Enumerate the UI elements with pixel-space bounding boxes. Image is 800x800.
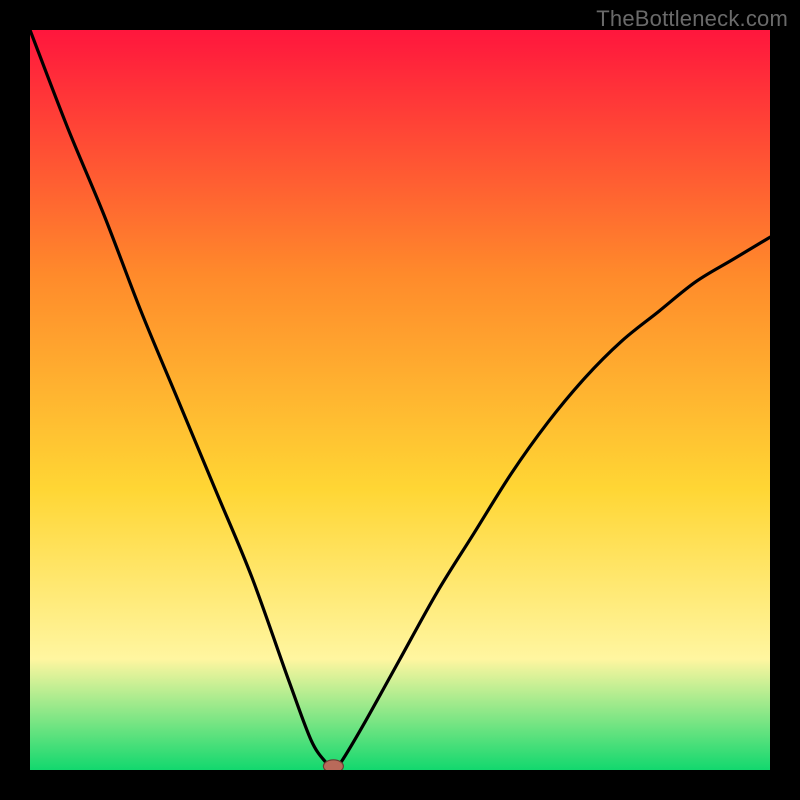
optimal-point-marker: [323, 760, 343, 770]
chart-frame: TheBottleneck.com: [0, 0, 800, 800]
plot-area: [30, 30, 770, 770]
watermark-text: TheBottleneck.com: [596, 6, 788, 32]
chart-svg: [30, 30, 770, 770]
